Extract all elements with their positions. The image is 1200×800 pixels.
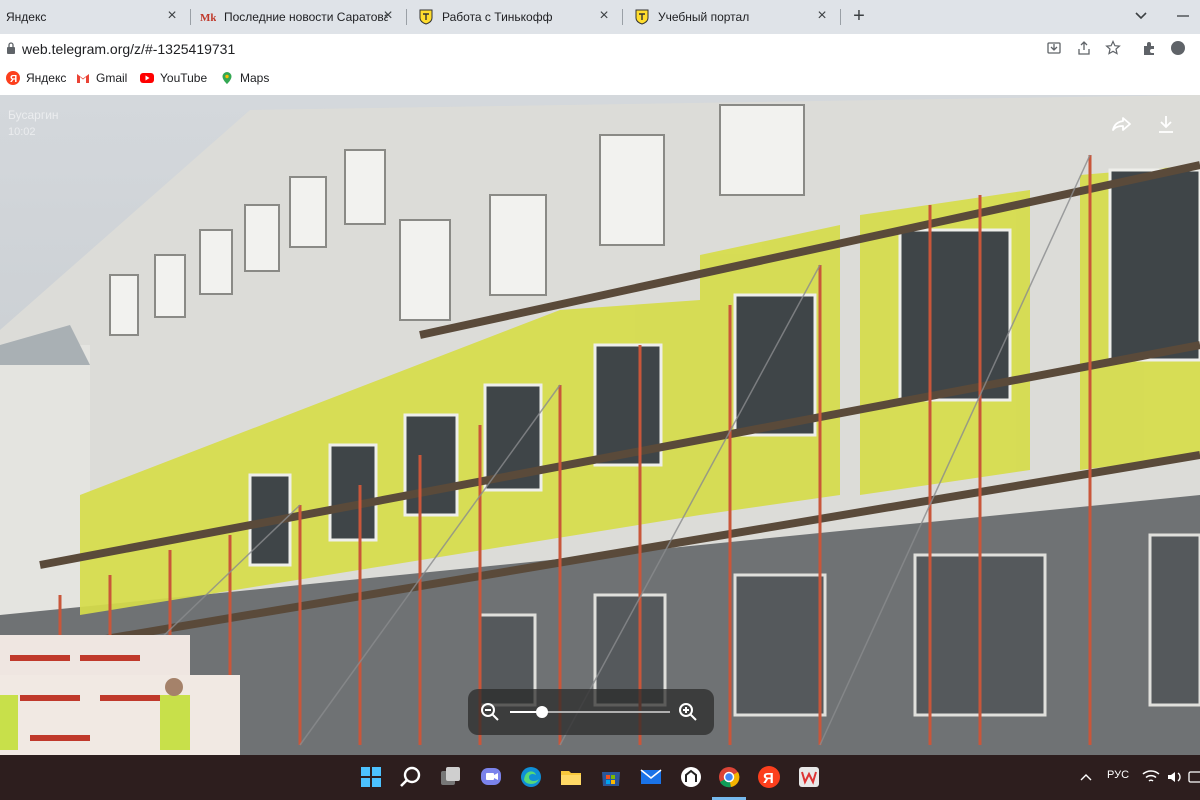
battery-icon[interactable] [1188, 769, 1200, 785]
bookmark-label: Maps [240, 71, 270, 85]
teams-chat-icon[interactable] [478, 764, 504, 790]
yandex-browser-icon[interactable]: Я [756, 764, 782, 790]
address-bar[interactable]: web.telegram.org/z/#-1325419731 [0, 34, 1200, 64]
maps-pin-icon [222, 72, 232, 84]
zoom-slider-thumb[interactable] [536, 706, 548, 718]
svg-text:Я: Я [763, 770, 774, 787]
svg-text:Я: Я [10, 74, 17, 85]
extensions-icon[interactable] [1141, 40, 1157, 56]
tab-title: Яндекс [6, 10, 47, 24]
tab-strip: Яндекс × Mk Последние новости Саратова и… [0, 0, 1200, 34]
forward-icon[interactable] [1110, 112, 1134, 136]
url-text[interactable]: web.telegram.org/z/#-1325419731 [22, 41, 235, 57]
tab-divider [840, 9, 841, 25]
chrome-icon[interactable] [716, 764, 742, 790]
tab-title: Последние новости Саратова и [224, 10, 388, 24]
bookmarks-bar: Я Яндекс Gmail YouTube Maps [0, 64, 1200, 95]
tab-saratov-news[interactable]: Mk Последние новости Саратова и × [192, 0, 406, 34]
volume-icon[interactable] [1166, 769, 1184, 785]
tab-tinkoff-work[interactable]: Работа с Тинькофф × [408, 0, 622, 34]
browser-window: Яндекс × Mk Последние новости Саратова и… [0, 0, 1200, 95]
tab-divider [406, 9, 407, 25]
svg-text:Mk: Mk [200, 12, 216, 24]
bookmark-youtube[interactable]: YouTube [140, 71, 207, 85]
download-icon[interactable] [1154, 112, 1178, 136]
tinkoff-shield-icon [419, 9, 433, 25]
close-icon[interactable]: × [814, 8, 830, 24]
gmail-icon [77, 74, 89, 83]
tinkoff-shield-icon [635, 9, 649, 25]
bookmark-yandex[interactable]: Я Яндекс [6, 71, 66, 85]
edge-browser-icon[interactable] [518, 764, 544, 790]
media-author: Бусаргин [8, 108, 59, 122]
input-language[interactable]: РУС [1107, 769, 1129, 781]
close-icon[interactable]: × [596, 8, 612, 24]
zoom-control [468, 689, 714, 735]
tab-divider [622, 9, 623, 25]
star-icon[interactable] [1105, 40, 1121, 56]
zoom-slider-track[interactable] [510, 706, 670, 718]
media-time: 10:02 [8, 126, 36, 138]
share-icon[interactable] [1076, 40, 1092, 56]
app-circle-icon[interactable] [678, 764, 704, 790]
zoom-in-icon[interactable] [678, 702, 698, 722]
profile-icon[interactable] [1170, 40, 1186, 56]
close-icon[interactable]: × [380, 8, 396, 24]
wifi-icon[interactable] [1142, 769, 1160, 785]
zoom-out-icon[interactable] [480, 702, 500, 722]
bookmark-label: Яндекс [26, 71, 67, 85]
close-icon[interactable]: × [164, 8, 180, 24]
chevron-up-icon[interactable] [1078, 770, 1094, 786]
microsoft-store-icon[interactable] [598, 764, 624, 790]
minimize-icon[interactable] [1176, 8, 1190, 22]
bookmark-label: Gmail [96, 71, 128, 85]
mk-logo-icon: Mk [200, 12, 216, 24]
tab-title: Работа с Тинькофф [442, 10, 553, 24]
install-app-icon[interactable] [1046, 40, 1062, 56]
search-icon[interactable] [398, 764, 424, 790]
tab-title: Учебный портал [658, 10, 750, 24]
tab-yandex[interactable]: Яндекс × [0, 0, 190, 34]
taskbar: Я РУС [0, 755, 1200, 800]
new-tab-button[interactable]: + [848, 6, 870, 28]
tab-divider [190, 9, 191, 25]
task-view-icon[interactable] [438, 764, 464, 790]
tab-study-portal[interactable]: Учебный портал × [624, 0, 840, 34]
lock-icon[interactable] [6, 42, 16, 54]
chevron-down-icon[interactable] [1132, 6, 1150, 24]
mail-icon[interactable] [638, 764, 664, 790]
windows-start-icon[interactable] [358, 764, 384, 790]
file-explorer-icon[interactable] [558, 764, 584, 790]
media-viewer[interactable]: Бусаргин 10:02 [0, 95, 1200, 755]
app-tile-icon[interactable] [796, 764, 822, 790]
building-photo [0, 95, 1200, 755]
bookmark-label: YouTube [160, 71, 208, 85]
yandex-icon: Я [6, 71, 20, 85]
youtube-icon [140, 73, 154, 83]
bookmark-gmail[interactable]: Gmail [76, 71, 127, 85]
bookmark-maps[interactable]: Maps [220, 71, 269, 85]
